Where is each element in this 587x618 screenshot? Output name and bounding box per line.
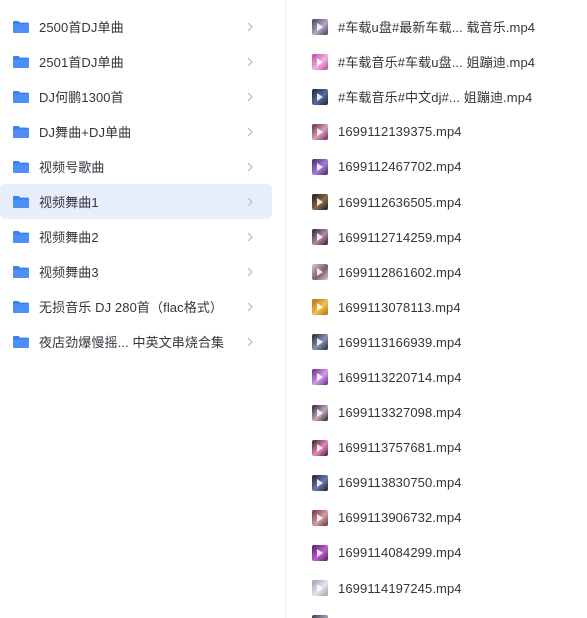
video-thumbnail-icon	[312, 264, 328, 281]
file-name: 1699112139375.mp4	[338, 124, 462, 140]
file-item[interactable]: #车载u盘#最新车载... 载音乐.mp4	[286, 9, 587, 44]
folder-item[interactable]: 视频舞曲2	[0, 219, 272, 254]
file-item[interactable]: 1699112636505.mp4	[286, 184, 587, 219]
file-item[interactable]: 1699112139375.mp4	[286, 114, 587, 149]
video-thumbnail-icon	[312, 194, 328, 211]
chevron-right-icon	[247, 232, 253, 241]
chevron-right-icon	[247, 127, 253, 136]
video-thumbnail-icon	[312, 158, 328, 175]
folder-icon	[13, 125, 29, 138]
folder-icon	[13, 300, 29, 313]
folder-item[interactable]: 视频舞曲3	[0, 254, 272, 289]
file-item[interactable]: 1699112467702.mp4	[286, 149, 587, 184]
file-item[interactable]: 1699114084299.mp4	[286, 535, 587, 570]
file-pane: #车载u盘#最新车载... 载音乐.mp4 #车载音乐#车载u盘... 姐蹦迪.m…	[286, 0, 587, 618]
file-item[interactable]: 1699113830750.mp4	[286, 465, 587, 500]
folder-item[interactable]: DJ何鹏1300首	[0, 79, 272, 114]
file-name: 1699112636505.mp4	[338, 194, 462, 210]
file-list: #车载u盘#最新车载... 载音乐.mp4 #车载音乐#车载u盘... 姐蹦迪.m…	[286, 0, 587, 618]
file-item[interactable]: 1699113327098.mp4	[286, 395, 587, 430]
file-item[interactable]: 1699114335320.mp4	[286, 606, 587, 618]
video-thumbnail-icon	[312, 229, 328, 246]
video-thumbnail-icon	[312, 580, 328, 597]
folder-icon	[13, 160, 29, 173]
folder-label: 视频舞曲1	[39, 195, 99, 210]
folder-icon	[13, 265, 29, 278]
folder-item[interactable]: 夜店劲爆慢摇... 中英文串烧合集	[0, 324, 272, 359]
folder-label: 夜店劲爆慢摇... 中英文串烧合集	[39, 335, 225, 350]
file-name: 1699114197245.mp4	[338, 580, 462, 596]
chevron-right-icon	[247, 92, 253, 101]
file-item[interactable]: 1699112861602.mp4	[286, 255, 587, 290]
file-name: 1699112861602.mp4	[338, 264, 462, 280]
folder-label: 无损音乐 DJ 280首（flac格式）	[39, 300, 224, 315]
folder-icon	[13, 335, 29, 348]
video-thumbnail-icon	[312, 18, 328, 35]
folder-label: 2500首DJ单曲	[39, 20, 124, 35]
folder-pane: 2500首DJ单曲 2501首DJ单曲 DJ何鹏1300首 DJ舞曲+DJ单曲 视频号歌…	[0, 0, 286, 618]
file-name: 1699113757681.mp4	[338, 440, 462, 456]
file-name: 1699113830750.mp4	[338, 475, 462, 491]
video-thumbnail-icon	[312, 439, 328, 456]
folder-item[interactable]: 2501首DJ单曲	[0, 44, 272, 79]
video-thumbnail-icon	[312, 474, 328, 491]
file-item[interactable]: 1699112714259.mp4	[286, 220, 587, 255]
file-item[interactable]: 1699113220714.mp4	[286, 360, 587, 395]
file-name: 1699113906732.mp4	[338, 510, 462, 526]
file-name: 1699112714259.mp4	[338, 229, 462, 245]
folder-label: 视频号歌曲	[39, 160, 105, 175]
folder-list: 2500首DJ单曲 2501首DJ单曲 DJ何鹏1300首 DJ舞曲+DJ单曲 视频号歌…	[0, 0, 285, 359]
folder-item[interactable]: 无损音乐 DJ 280首（flac格式）	[0, 289, 272, 324]
folder-label: DJ何鹏1300首	[39, 90, 124, 105]
chevron-right-icon	[247, 337, 253, 346]
file-name: #车载u盘#最新车载... 载音乐.mp4	[338, 20, 536, 36]
video-thumbnail-icon	[312, 334, 328, 351]
file-item[interactable]: 1699114197245.mp4	[286, 571, 587, 606]
file-item[interactable]: 1699113166939.mp4	[286, 325, 587, 360]
folder-item[interactable]: DJ舞曲+DJ单曲	[0, 114, 272, 149]
folder-label: DJ舞曲+DJ单曲	[39, 125, 132, 140]
file-name: 1699112467702.mp4	[338, 159, 462, 175]
folder-label: 2501首DJ单曲	[39, 55, 124, 70]
chevron-right-icon	[247, 162, 253, 171]
file-name: #车载音乐#车载u盘... 姐蹦迪.mp4	[338, 55, 536, 71]
file-item[interactable]: 1699113078113.mp4	[286, 290, 587, 325]
file-name: 1699113327098.mp4	[338, 405, 462, 421]
file-item[interactable]: 1699113906732.mp4	[286, 500, 587, 535]
video-thumbnail-icon	[312, 509, 328, 526]
file-browser: 2500首DJ单曲 2501首DJ单曲 DJ何鹏1300首 DJ舞曲+DJ单曲 视频号歌…	[0, 0, 587, 618]
video-thumbnail-icon	[312, 369, 328, 386]
chevron-right-icon	[247, 22, 253, 31]
video-thumbnail-icon	[312, 404, 328, 421]
file-name: 1699113078113.mp4	[338, 299, 461, 315]
video-thumbnail-icon	[312, 123, 328, 140]
folder-label: 视频舞曲3	[39, 265, 99, 280]
video-thumbnail-icon	[312, 544, 328, 561]
chevron-right-icon	[247, 302, 253, 311]
folder-icon	[13, 230, 29, 243]
file-item[interactable]: 1699113757681.mp4	[286, 430, 587, 465]
folder-label: 视频舞曲2	[39, 230, 99, 245]
chevron-right-icon	[247, 197, 253, 206]
file-item[interactable]: #车载音乐#中文dj#... 姐蹦迪.mp4	[286, 79, 587, 114]
folder-item[interactable]: 2500首DJ单曲	[0, 9, 272, 44]
folder-item[interactable]: 视频号歌曲	[0, 149, 272, 184]
file-name: 1699113166939.mp4	[338, 334, 462, 350]
folder-icon	[13, 90, 29, 103]
folder-icon	[13, 55, 29, 68]
folder-icon	[13, 20, 29, 33]
file-name: #车载音乐#中文dj#... 姐蹦迪.mp4	[338, 90, 533, 106]
video-thumbnail-icon	[312, 299, 328, 316]
folder-item[interactable]: 视频舞曲1	[0, 184, 272, 219]
chevron-right-icon	[247, 267, 253, 276]
video-thumbnail-icon	[312, 53, 328, 70]
folder-icon	[13, 195, 29, 208]
chevron-right-icon	[247, 57, 253, 66]
file-name: 1699114084299.mp4	[338, 545, 462, 561]
file-name: 1699113220714.mp4	[338, 369, 462, 385]
file-item[interactable]: #车载音乐#车载u盘... 姐蹦迪.mp4	[286, 44, 587, 79]
video-thumbnail-icon	[312, 88, 328, 105]
